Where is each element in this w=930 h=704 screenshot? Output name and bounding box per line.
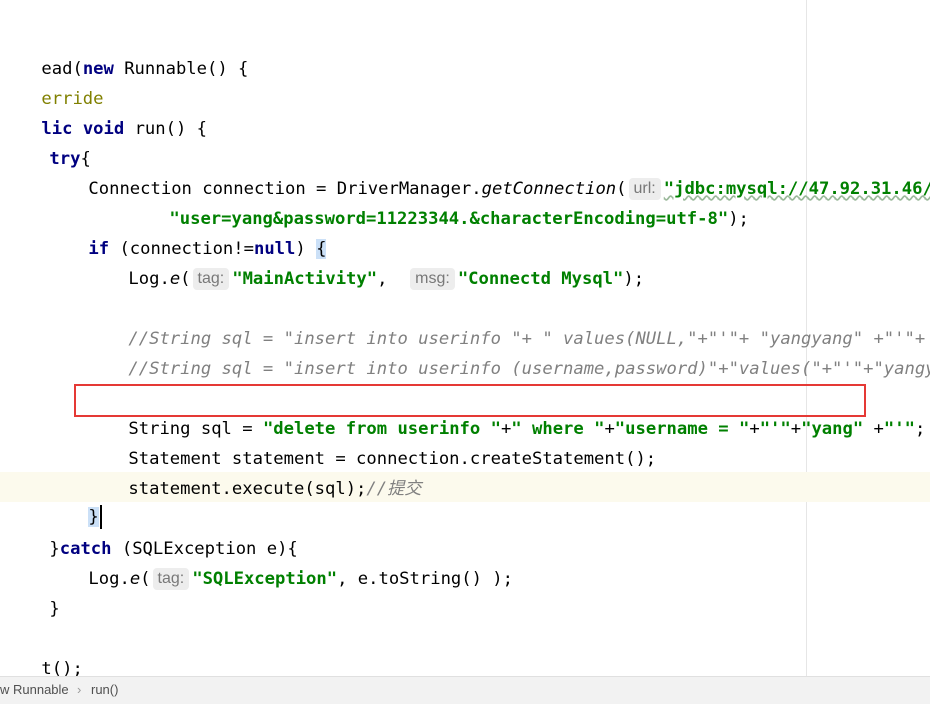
code-line-8[interactable]: Log.e(tag: "MainActivity", msg: "Connectd … <box>87 234 644 290</box>
string-token: "'" <box>759 419 791 439</box>
code-line-12[interactable]: Statement statement = connection.createS… <box>87 414 656 469</box>
string-token: "MainActivity" <box>232 269 378 289</box>
code-token: ); <box>728 209 749 229</box>
string-token: "Connectd Mysql" <box>457 269 624 289</box>
code-token: Log. <box>88 569 130 589</box>
code-token: statement.execute(sql); <box>128 479 367 499</box>
code-line-18[interactable]: t(); <box>0 624 82 676</box>
code-token: Runnable() { <box>113 59 249 79</box>
string-token: "yang" <box>801 419 864 439</box>
code-token: } <box>49 599 60 619</box>
code-line-10[interactable]: //String sql = "insert into userinfo (us… <box>87 324 930 379</box>
code-line-9[interactable]: //String sql = "insert into userinfo "+ … <box>87 294 930 349</box>
code-token: , e.toString() ); <box>337 569 514 589</box>
string-token: "SQLException" <box>192 569 338 589</box>
param-hint: tag: <box>152 568 190 590</box>
code-token: , <box>377 269 409 289</box>
annotation-red-box <box>74 384 866 417</box>
param-hint: msg: <box>410 268 455 290</box>
code-token: ( <box>140 569 151 589</box>
breadcrumb-separator-icon: › <box>77 682 82 697</box>
comment-token: //提交 <box>366 479 422 499</box>
breadcrumb: w Runnable › run() <box>0 676 930 704</box>
code-line-15[interactable]: }catch (SQLException e){ <box>8 504 297 559</box>
code-token: + <box>749 419 760 439</box>
code-token: t(); <box>41 659 83 676</box>
code-line-6[interactable]: "user=yang&password=11223344.&characterE… <box>128 174 748 229</box>
code-line-4[interactable]: try{ <box>8 114 90 169</box>
code-token: + <box>863 419 884 439</box>
method-token: e <box>169 269 181 289</box>
code-line-5[interactable]: Connection connection = DriverManager.ge… <box>47 144 930 200</box>
code-token: run() { <box>124 119 208 139</box>
code-token: ); <box>623 269 645 289</box>
code-line-13[interactable]: statement.execute(sql);//提交 <box>87 444 421 499</box>
code-line-3[interactable]: lic void run() { <box>0 84 207 139</box>
breadcrumb-item-run[interactable]: run() <box>91 677 118 703</box>
string-token: "'" <box>883 419 915 439</box>
code-line-7[interactable]: if (connection!=null) { <box>47 204 327 259</box>
code-line-14[interactable]: } <box>47 472 102 529</box>
code-token: Log. <box>128 269 170 289</box>
code-token: ( <box>180 269 191 289</box>
code-token: ; <box>914 419 926 439</box>
comment-token: //String sql = "insert into userinfo (us… <box>128 359 930 379</box>
code-line-1[interactable]: ead(new Runnable() { <box>0 24 248 79</box>
code-editor[interactable]: ead(new Runnable() { erride lic void run… <box>0 0 930 676</box>
breadcrumb-item-runnable[interactable]: w Runnable <box>0 677 69 703</box>
code-line-2[interactable]: erride <box>0 54 103 109</box>
param-hint: tag: <box>192 268 230 290</box>
code-line-16[interactable]: Log.e(tag: "SQLException", e.toString() )… <box>47 534 513 590</box>
code-token: + <box>790 419 802 439</box>
method-token: e <box>129 569 141 589</box>
code-line-17[interactable]: } <box>8 564 59 619</box>
